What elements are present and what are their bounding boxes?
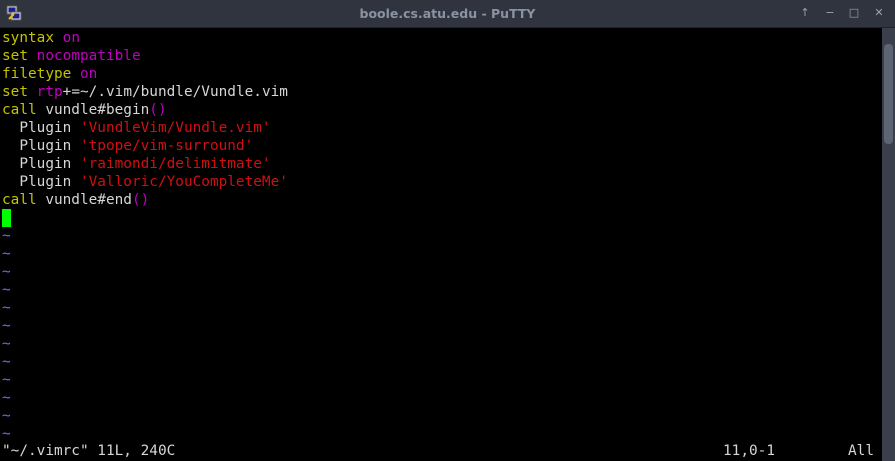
code-token: +=~/.vim/bundle/Vundle.vim: [62, 84, 288, 100]
code-token: (): [131, 192, 150, 208]
code-token: 'Valloric/YouCompleteMe': [79, 174, 288, 190]
code-token: set: [2, 84, 28, 100]
code-token: Plugin: [2, 156, 80, 172]
code-token: (): [149, 102, 167, 118]
code-token: set: [2, 48, 28, 64]
empty-line-marker: ~: [2, 264, 11, 280]
code-token: on: [79, 66, 98, 82]
empty-line-marker: ~: [2, 300, 11, 316]
code-line: Plugin 'raimondi/delimitmate': [2, 155, 271, 173]
code-token: vundle#begin: [36, 102, 150, 118]
close-button[interactable]: ✕: [868, 3, 890, 23]
putty-window: boole.cs.atu.edu - PuTTY ↑ − □ ✕ "~/.vim…: [0, 0, 895, 461]
code-token: filetype: [2, 66, 72, 82]
code-line: syntax on: [2, 29, 80, 47]
code-line: Plugin 'Valloric/YouCompleteMe': [2, 173, 288, 191]
vertical-scrollbar[interactable]: [882, 28, 895, 461]
empty-line-marker: ~: [2, 318, 11, 334]
code-token: on: [62, 30, 80, 46]
terminal-area[interactable]: "~/.vimrc" 11L, 240C 11,0-1 All syntax o…: [0, 28, 882, 461]
code-token: 'VundleVim/Vundle.vim': [79, 120, 271, 136]
title-bar[interactable]: boole.cs.atu.edu - PuTTY ↑ − □ ✕: [0, 0, 895, 28]
code-line: Plugin 'tpope/vim-surround': [2, 137, 253, 155]
empty-line-marker: ~: [2, 390, 11, 406]
code-line: filetype on: [2, 65, 97, 83]
window-title: boole.cs.atu.edu - PuTTY: [359, 6, 536, 21]
empty-line-marker: ~: [2, 228, 11, 244]
code-token: 'tpope/vim-surround': [79, 138, 254, 154]
code-line: call vundle#end(): [2, 191, 149, 209]
code-token: Plugin: [2, 120, 80, 136]
status-cursor-position: 11,0-1: [723, 443, 775, 459]
empty-line-marker: ~: [2, 282, 11, 298]
code-token: call: [2, 192, 37, 208]
code-token: Plugin: [2, 138, 80, 154]
code-token: call: [2, 102, 37, 118]
status-file-info: "~/.vimrc" 11L, 240C: [2, 443, 176, 459]
code-token: nocompatible: [36, 48, 141, 64]
empty-line-marker: ~: [2, 354, 11, 370]
code-line: call vundle#begin(): [2, 101, 167, 119]
code-line: set rtp+=~/.vim/bundle/Vundle.vim: [2, 83, 288, 101]
empty-line-marker: ~: [2, 426, 11, 442]
maximize-button[interactable]: □: [843, 3, 865, 23]
scroll-up-icon[interactable]: ↑: [794, 3, 816, 23]
empty-line-marker: ~: [2, 336, 11, 352]
text-cursor: [2, 209, 11, 227]
code-line: Plugin 'VundleVim/Vundle.vim': [2, 119, 271, 137]
empty-line-marker: ~: [2, 246, 11, 262]
code-line: set nocompatible: [2, 47, 141, 65]
status-scroll-indicator: All: [848, 443, 874, 459]
code-token: rtp: [36, 84, 63, 100]
scrollbar-thumb[interactable]: [884, 44, 893, 144]
empty-line-marker: ~: [2, 372, 11, 388]
code-token: syntax: [2, 30, 54, 46]
minimize-button[interactable]: −: [819, 3, 841, 23]
empty-line-marker: ~: [2, 408, 11, 424]
code-token: Plugin: [2, 174, 80, 190]
code-token: vundle#end: [36, 192, 132, 208]
code-token: 'raimondi/delimitmate': [79, 156, 271, 172]
